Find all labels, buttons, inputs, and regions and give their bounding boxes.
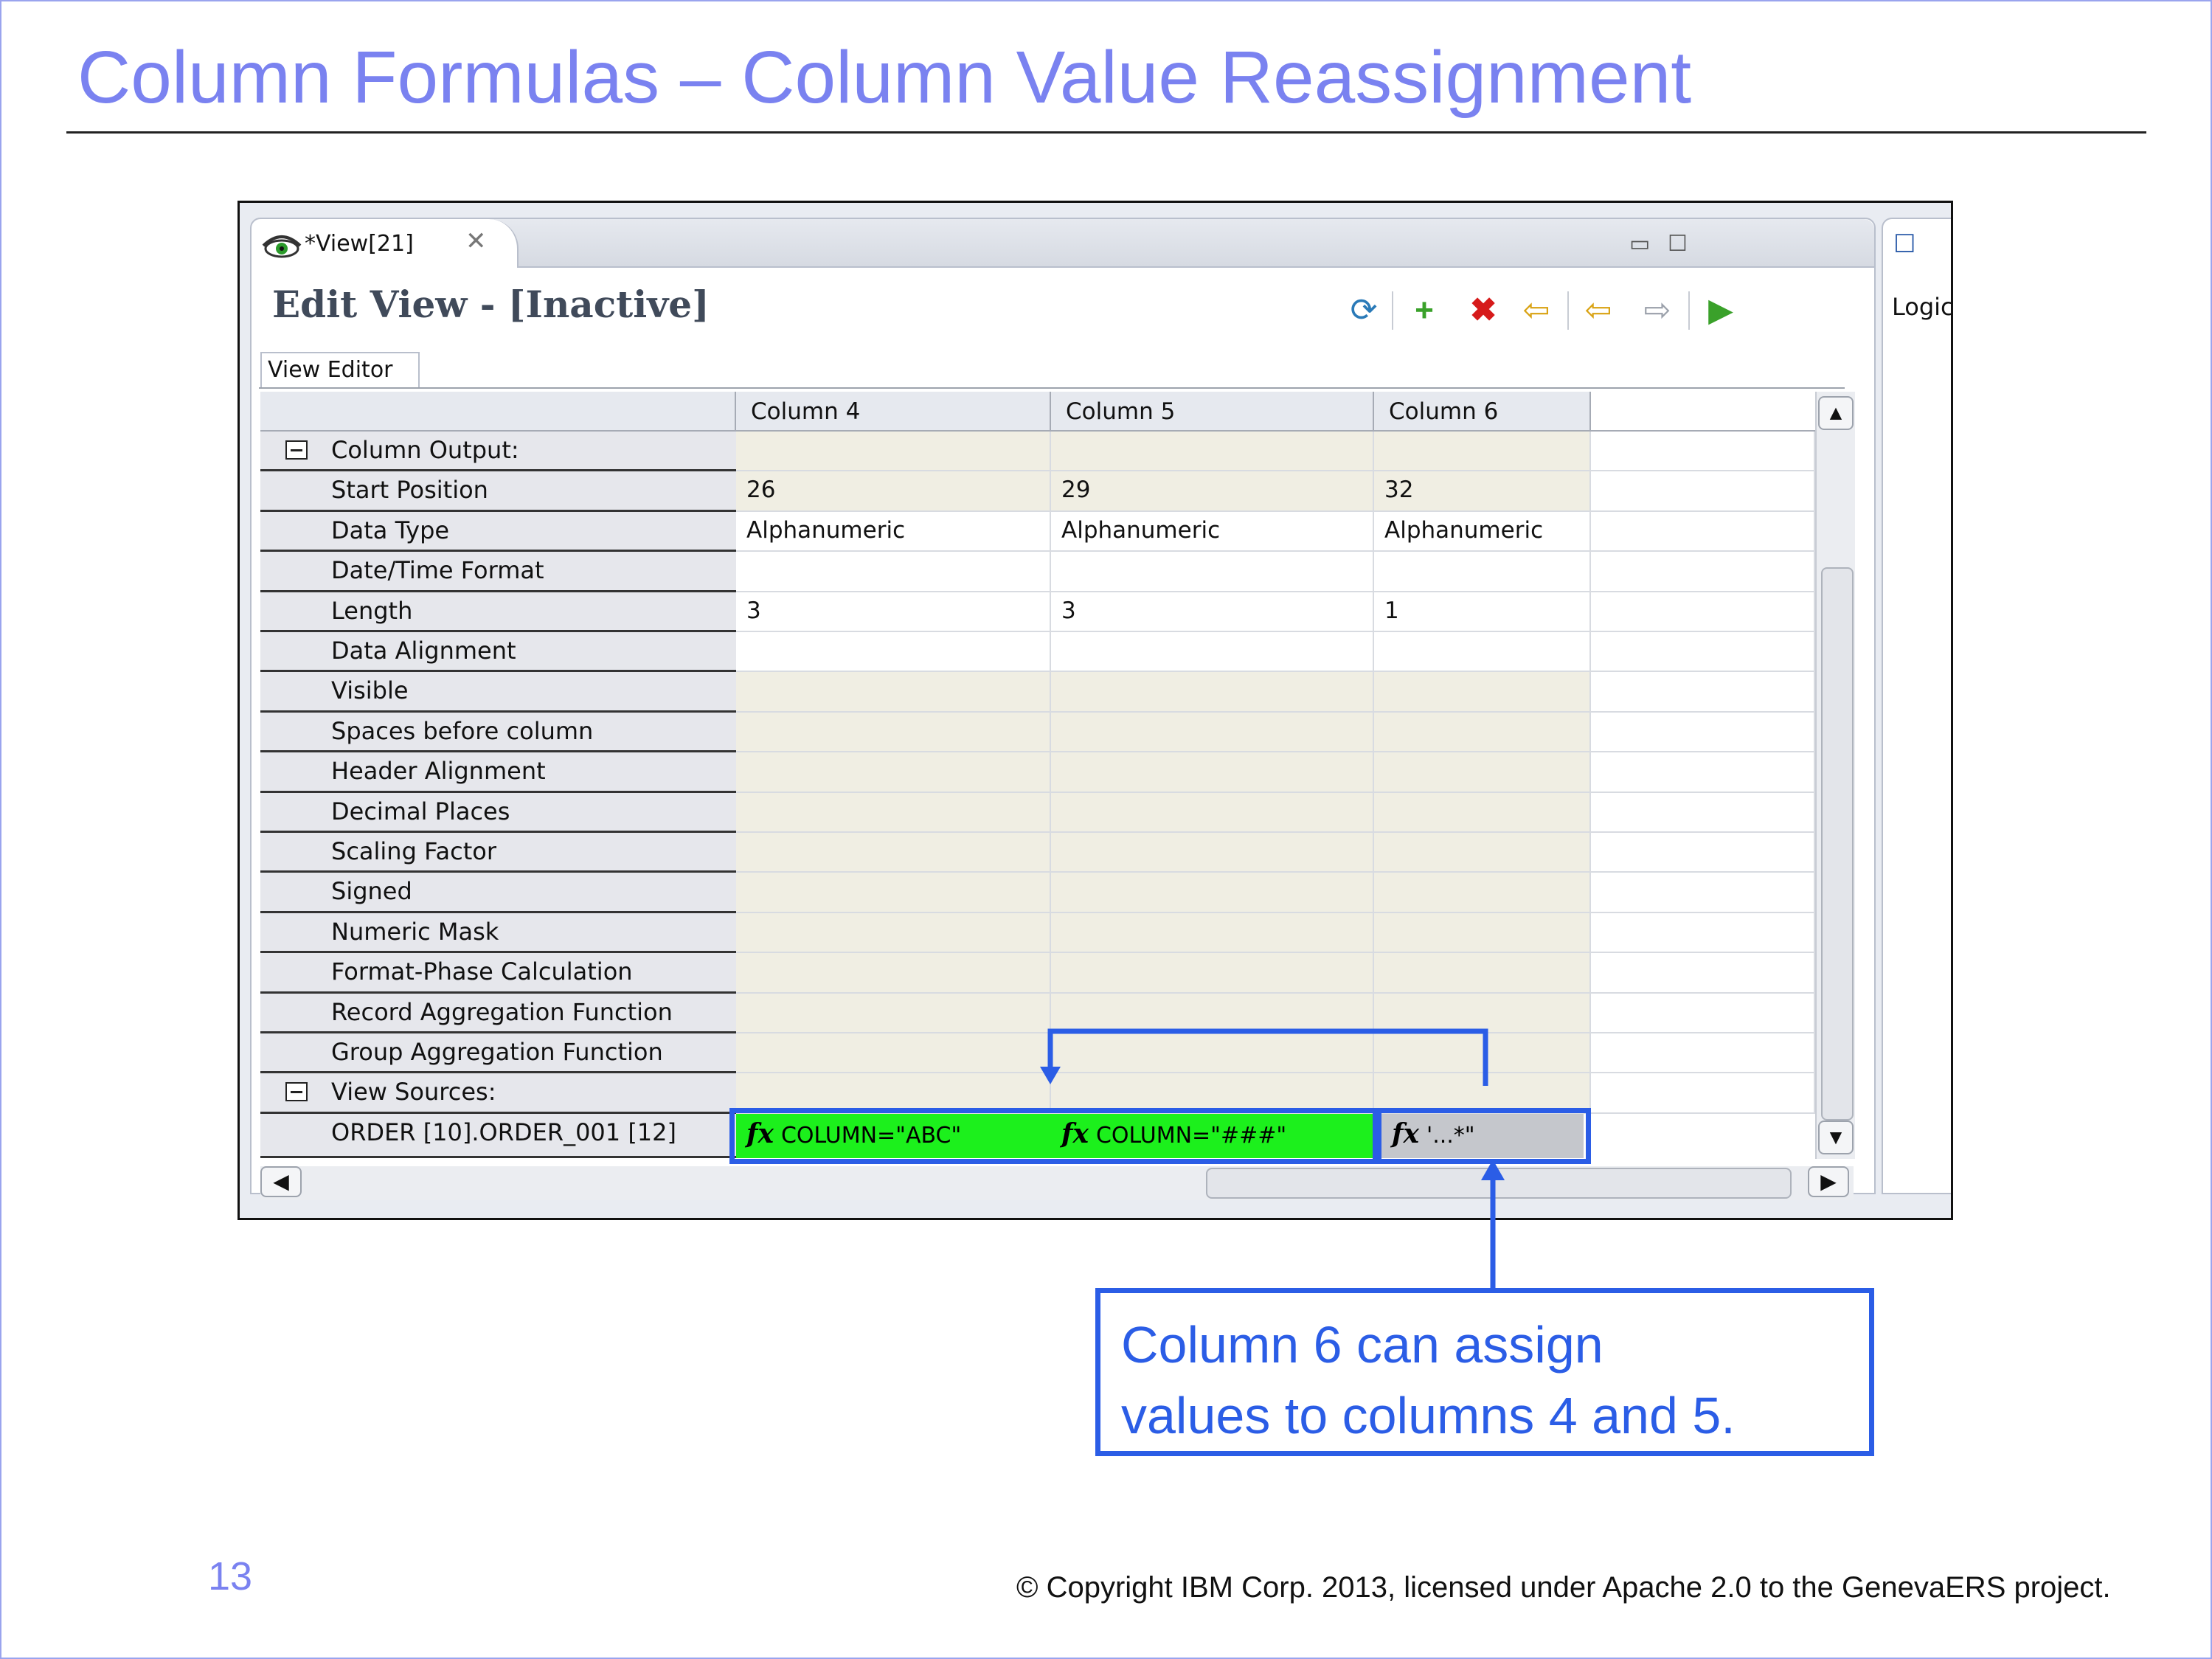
callout-line-2: values to columns 4 and 5. xyxy=(1121,1387,1736,1444)
arrow-to-column-4 xyxy=(1040,1028,1488,1086)
copyright-notice: © Copyright IBM Corp. 2013, licensed und… xyxy=(1016,1571,2111,1604)
arrow-from-callout xyxy=(1481,1160,1505,1289)
callout-line-1: Column 6 can assign xyxy=(1121,1316,1603,1374)
page-number: 13 xyxy=(208,1554,253,1599)
callout-text: Column 6 can assign values to columns 4 … xyxy=(1121,1309,1736,1451)
callout-box: Column 6 can assign values to columns 4 … xyxy=(1095,1288,1874,1456)
